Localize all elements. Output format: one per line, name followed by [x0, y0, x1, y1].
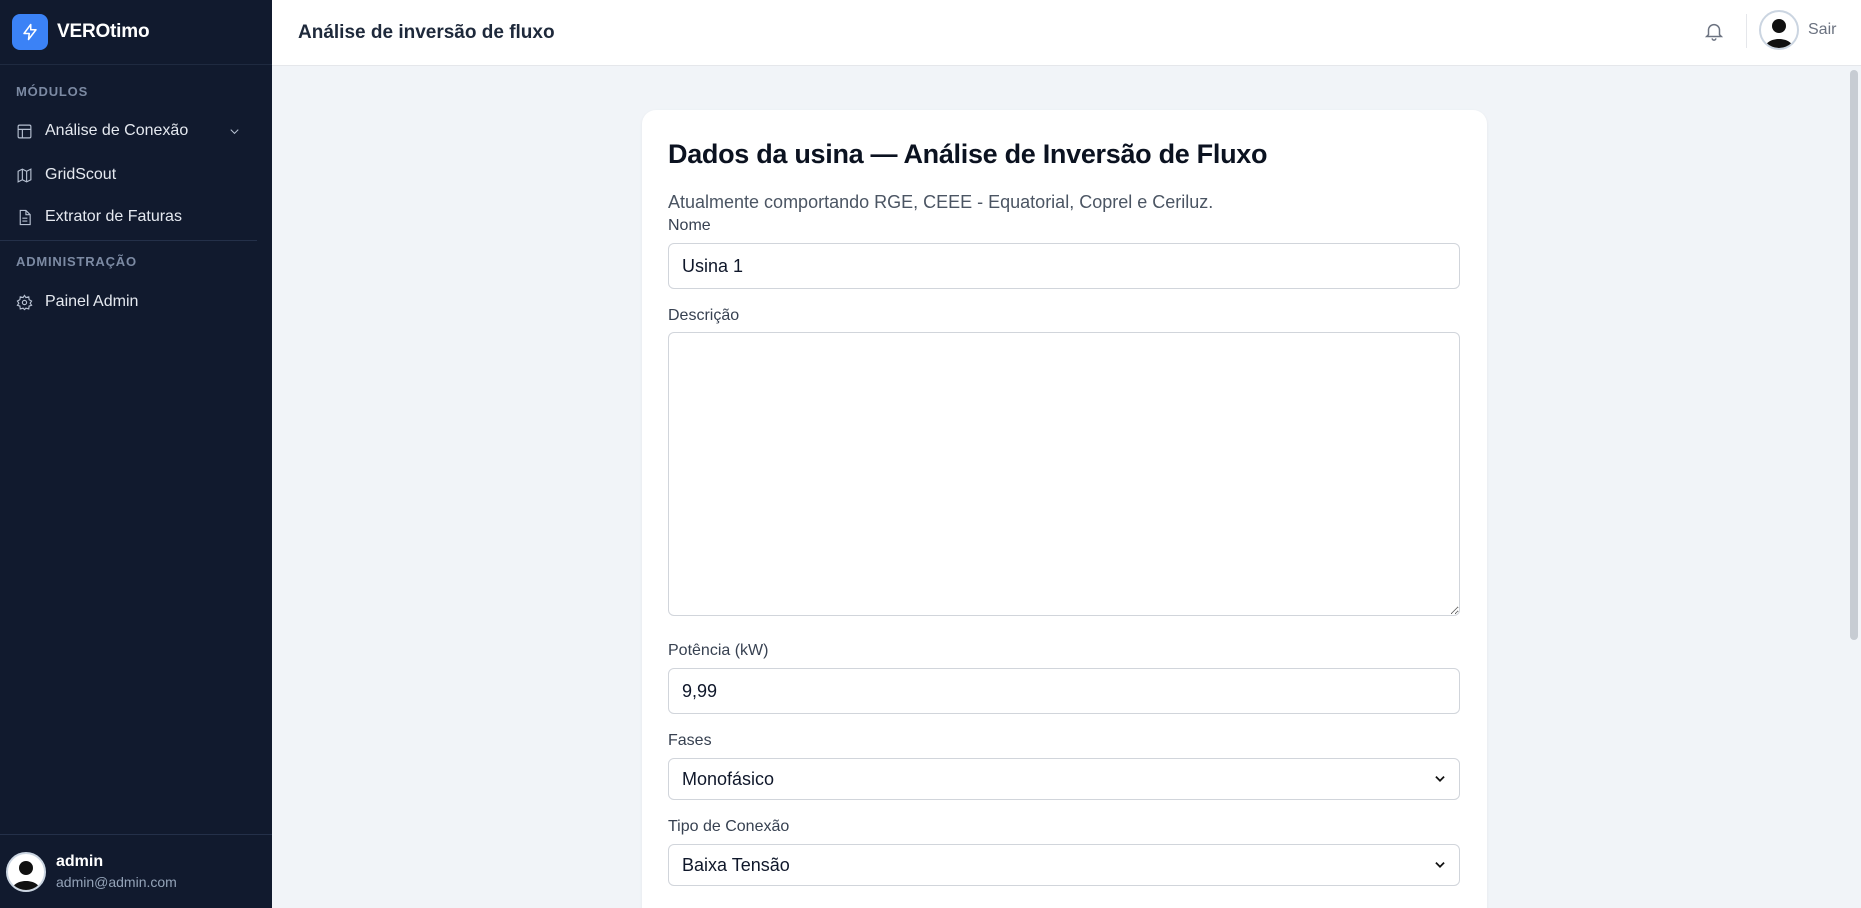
tipo-conexao-select[interactable]: Baixa Tensão [668, 844, 1460, 886]
potencia-input[interactable] [668, 668, 1460, 714]
user-name: admin [56, 853, 104, 870]
form-title: Dados da usina — Análise de Inversão de … [668, 139, 1268, 169]
descricao-textarea[interactable] [668, 332, 1460, 616]
section-label-admin: ADMINISTRAÇÃO [16, 254, 137, 269]
plant-data-card: Dados da usina — Análise de Inversão de … [642, 110, 1487, 908]
file-icon [19, 209, 31, 225]
potencia-label: Potência (kW) [668, 642, 769, 659]
user-profile[interactable]: admin admin@admin.com [0, 834, 272, 908]
top-header: Análise de inversão de fluxo Sair [272, 0, 1861, 66]
logout-link[interactable]: Sair [1808, 21, 1836, 39]
user-silhouette-icon [1765, 19, 1793, 48]
map-icon [17, 167, 32, 183]
tipo-conexao-label: Tipo de Conexão [668, 818, 790, 835]
brand[interactable]: VEROtimo [0, 0, 272, 65]
avatar [6, 851, 46, 892]
sidebar-item-label: Extrator de Faturas [45, 208, 182, 225]
page-title: Análise de inversão de fluxo [298, 21, 555, 43]
fases-label: Fases [668, 732, 712, 749]
header-divider [1746, 14, 1747, 48]
fases-select[interactable]: Monofásico [668, 758, 1460, 800]
page-scrollbar[interactable] [1845, 66, 1861, 908]
sidebar-item-painel-admin[interactable]: Painel Admin [0, 282, 256, 322]
sidebar-item-extrator-faturas[interactable]: Extrator de Faturas [0, 197, 256, 237]
gear-icon [16, 293, 33, 310]
header-avatar[interactable] [1759, 10, 1799, 50]
sidebar-item-gridscout[interactable]: GridScout [0, 155, 256, 195]
nome-input[interactable] [668, 243, 1460, 289]
lightning-icon [12, 14, 48, 50]
descricao-label: Descrição [668, 307, 740, 324]
user-email: admin@admin.com [56, 874, 177, 890]
nome-label: Nome [668, 217, 711, 234]
form-subtitle: Atualmente comportando RGE, CEEE - Equat… [668, 192, 1214, 212]
sidebar: VEROtimo MÓDULOS Análise de Conexão Grid… [0, 0, 272, 908]
sidebar-item-label: GridScout [45, 166, 117, 183]
bell-icon[interactable] [1703, 20, 1725, 42]
table-icon [17, 124, 32, 138]
sidebar-item-label: Análise de Conexão [45, 122, 189, 139]
scrollbar-thumb[interactable] [1850, 70, 1858, 640]
chevron-down-icon[interactable] [227, 124, 242, 139]
section-label-modules: MÓDULOS [16, 84, 89, 99]
user-silhouette-icon [12, 860, 40, 890]
sidebar-item-label: Painel Admin [45, 293, 139, 310]
brand-name: VEROtimo [57, 21, 150, 42]
sidebar-item-analise-conexao[interactable]: Análise de Conexão [0, 111, 256, 151]
sidebar-divider [0, 240, 257, 241]
